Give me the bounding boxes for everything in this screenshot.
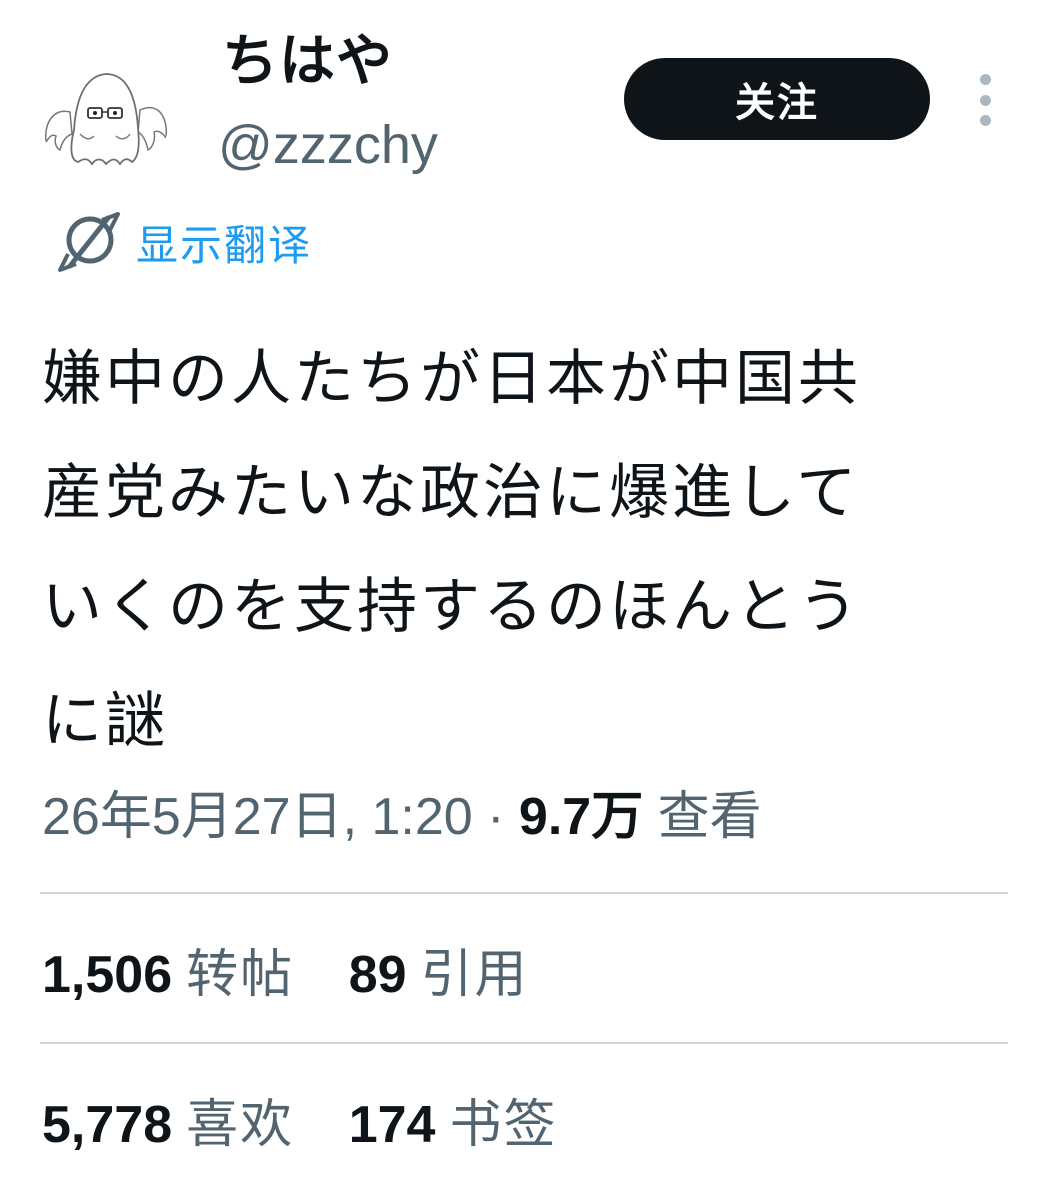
meta-separator: · — [472, 788, 519, 846]
quotes-count: 89 — [348, 946, 407, 1004]
reposts-stat[interactable]: 1,506 转帖 — [42, 940, 294, 1010]
reposts-label: 转帖 — [186, 945, 295, 1005]
likes-label: 喜欢 — [186, 1095, 295, 1155]
divider — [40, 892, 1008, 894]
stats-row-likes-bookmarks: 5,778 喜欢 174 书签 — [42, 1090, 595, 1160]
views-label: 查看 — [657, 788, 762, 846]
follow-button[interactable]: 关注 — [624, 58, 930, 140]
tweet-meta: 26年5月27日, 1:20 · 9.7万 查看 — [42, 782, 762, 852]
tweet-text-line: に謎 — [42, 686, 168, 756]
divider — [40, 1042, 1008, 1044]
bookmarks-count: 174 — [348, 1096, 436, 1154]
reposts-count: 1,506 — [42, 946, 173, 1004]
vertical-ellipsis-icon — [979, 74, 991, 85]
quotes-label: 引用 — [420, 945, 529, 1005]
ghost-with-glasses-avatar-icon — [40, 50, 170, 180]
quotes-stat[interactable]: 89 引用 — [349, 940, 529, 1010]
show-translation-label: 显示翻译 — [136, 220, 313, 270]
display-name[interactable]: ちはや — [222, 34, 393, 90]
tweet-text-line: いくのを支持するのほんとう — [42, 572, 861, 642]
bookmarks-label: 书签 — [449, 1095, 558, 1155]
bookmarks-stat[interactable]: 174 书签 — [349, 1090, 558, 1160]
likes-count: 5,778 — [42, 1096, 173, 1154]
stats-row-reposts-quotes: 1,506 转帖 89 引用 — [42, 940, 567, 1010]
more-options-button[interactable] — [968, 74, 1002, 126]
show-translation-link[interactable]: 显示翻译 — [56, 210, 312, 274]
globe-translate-icon — [58, 212, 120, 272]
user-handle[interactable]: @zzzchy — [218, 118, 438, 172]
vertical-ellipsis-icon — [979, 94, 991, 106]
vertical-ellipsis-icon — [979, 115, 991, 126]
tweet-text: 嫌中の人たちが日本が中国共 産党みたいな政治に爆進して いくのを支持するのほんと… — [42, 322, 1002, 778]
likes-stat[interactable]: 5,778 喜欢 — [42, 1090, 294, 1160]
avatar[interactable] — [40, 50, 170, 180]
tweet-timestamp[interactable]: 26年5月27日, 1:20 — [42, 788, 473, 846]
tweet-text-line: 嫌中の人たちが日本が中国共 — [42, 344, 861, 414]
tweet-text-line: 産党みたいな政治に爆進して — [42, 458, 860, 528]
views-count: 9.7万 — [518, 788, 644, 846]
